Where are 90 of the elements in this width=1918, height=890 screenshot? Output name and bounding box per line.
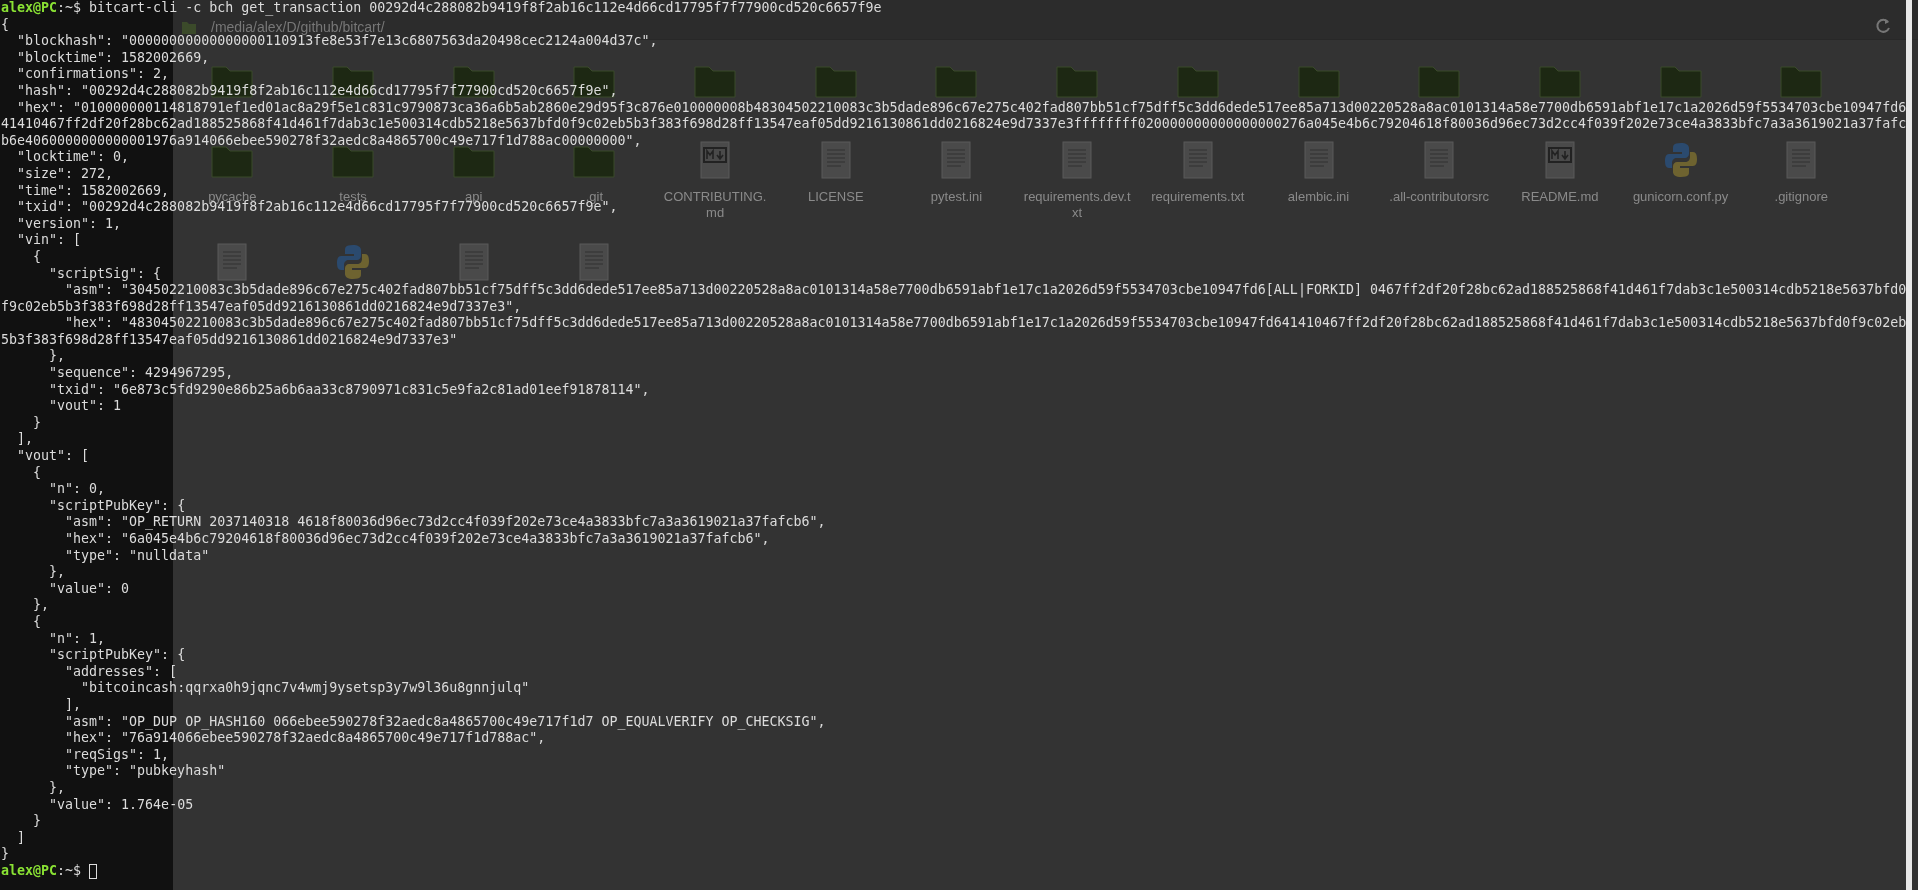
output-line: "version": 1, xyxy=(16,215,122,233)
output-line: "scriptPubKey": { xyxy=(48,647,186,664)
refresh-icon[interactable] xyxy=(1874,17,1892,35)
output-line: "vout": 1 xyxy=(48,398,122,415)
output-line: { xyxy=(1,16,9,34)
output-line: "confirmations": 2, xyxy=(16,66,170,83)
scrollbar[interactable] xyxy=(1906,0,1912,890)
file-name[interactable]: CONTRIBUTING.md xyxy=(659,189,772,221)
output-line: ], xyxy=(64,696,82,714)
output-line: "hex": "6a045e4b6c79204618f80036d96ec73d2cc4f039f202e73ce4a3833bfc7a3a3619021a37fafcb6", xyxy=(64,531,770,548)
output-line: "value": 0 xyxy=(48,580,130,598)
output-line: }, xyxy=(48,779,66,797)
prompt-path: :~$ xyxy=(57,0,82,17)
file-name[interactable]: LICENSE xyxy=(779,189,892,205)
python-file-icon xyxy=(1662,141,1699,179)
output-line: ], xyxy=(16,431,34,449)
output-line: "n": 0, xyxy=(48,481,106,498)
output-line: "scriptSig": { xyxy=(48,265,162,283)
prompt-user: alex@PC xyxy=(1,0,58,17)
output-line: "blocktime": 1582002669, xyxy=(16,49,210,67)
output-line: "sequence": 4294967295, xyxy=(48,365,234,382)
folder-icon xyxy=(1296,63,1341,99)
file-name[interactable]: alembic.ini xyxy=(1262,189,1375,205)
output-line: }, xyxy=(32,597,50,614)
folder-icon xyxy=(181,21,197,35)
output-line: "type": "nulldata" xyxy=(64,547,210,565)
output-line: "vout": [ xyxy=(16,448,90,465)
output-line: "vin": [ xyxy=(16,232,82,249)
markdown-file-icon xyxy=(700,141,731,179)
output-line: "scriptPubKey": { xyxy=(48,497,186,515)
prompt-path: :~$ xyxy=(57,862,82,880)
output-line: "txid": "6e873c5fd9290e86b25a6b6aa33c8790971c831c5e9fa2c81ad01eef91878114", xyxy=(48,381,650,399)
output-line: }, xyxy=(48,564,66,581)
output-line: "reqSigs": 1, xyxy=(64,746,170,764)
output-line: "size": 272, xyxy=(16,165,114,183)
file-name[interactable]: requirements.txt xyxy=(1141,189,1254,205)
folder-icon xyxy=(1417,63,1462,99)
folder-icon xyxy=(693,63,738,99)
folder-icon xyxy=(1658,63,1703,99)
output-line: { xyxy=(32,613,42,631)
python-file-icon xyxy=(335,243,372,281)
output-line: "asm": "OP_DUP OP_HASH160 066ebee590278f32aedc8a4865700c49e717f1d7 OP_EQUALVERIFY OP_CHECKSIG", xyxy=(64,713,826,731)
folder-icon xyxy=(1175,63,1220,99)
output-line: "asm": "OP_RETURN 2037140318 4618f80036d96ec73d2cc4f039f202e73ce4a3833bfc7a3a3619021a37fafcb6", xyxy=(64,514,826,531)
output-line: "bitcoincash:qqrxa0h9jqnc7v4wmj9ysetsp3y7w9l36u8gnnjulq" xyxy=(80,680,530,697)
output-line: "time": 1582002669, xyxy=(16,182,170,200)
prompt-user: alex@PC xyxy=(1,862,58,880)
output-line: "value": 1.764e-05 xyxy=(48,796,194,814)
document-icon xyxy=(1424,141,1455,179)
document-icon xyxy=(941,141,972,179)
output-line: ] xyxy=(16,829,26,847)
output-line: "blockhash": "00000000000000000110913fe8e53f7e13c6807563da20498cec2124a004d37c", xyxy=(16,33,658,50)
output-line: "asm": "304502210083c3b5dade896c67e275c402fad807bb51cf75dff5c3dd6dede517ee85a713d00220528a8ac0101314a58e7700db6591abf1e17c1a2026d59f5534703cbe10947fd6[ALL|FORKID] 0467ff2df20f28bc62ad188525868f41d461f7dab3c1e500314cdb5218e5637bfd0f9c02eb5b3f383f698d28ff13547eaf05dd9216130861dd0216824e9d7337e3", xyxy=(1,282,1907,316)
output-line: "hex": "76a914066ebee590278f32aedc8a4865700c49e717f1d788ac", xyxy=(64,730,546,747)
folder-icon xyxy=(813,63,858,99)
file-name[interactable]: README.md xyxy=(1503,189,1616,205)
output-line: "hex": "48304502210083c3b5dade896c67e275c402fad807bb51cf75dff5c3dd6dede517ee85a713d00220528a8ac0101314a58e7700db6591abf1e17c1a2026d59f5534703cbe10947fd641410467ff2df20f28bc62ad188525868f41d461f7dab3c1e500314cdb5218e5637bfd0f9c02eb5b3f383f698d28ff13547eaf05dd9216130861dd0216824e9d7337e3" xyxy=(1,315,1907,349)
folder-icon xyxy=(1055,63,1100,99)
output-line: "n": 1, xyxy=(48,630,106,648)
output-line: "locktime": 0, xyxy=(16,149,130,166)
document-icon xyxy=(1182,141,1213,179)
file-name[interactable]: .all-contributorsrc xyxy=(1383,189,1496,205)
document-icon xyxy=(1303,141,1334,179)
output-line: } xyxy=(1,846,9,863)
file-name[interactable]: requirements.dev.txt xyxy=(1021,189,1134,221)
file-name[interactable]: .gitignore xyxy=(1745,189,1858,205)
file-name[interactable]: pytest.ini xyxy=(900,189,1013,205)
output-line: "hash": "00292d4c288082b9419f8f2ab16c112e4d66cd17795f7f77900cd520c6657f9e", xyxy=(16,82,618,100)
path-bar[interactable]: /media/alex/D/github/bitcart/ xyxy=(207,19,389,35)
document-icon xyxy=(1062,141,1093,179)
output-line: } xyxy=(32,414,42,432)
command-text: bitcart-cli -c bch get_transaction 00292d4c288082b9419f8f2ab16c112e4d66cd17795f7f77900cd520c6657f9e xyxy=(89,0,882,17)
output-line: "hex": "010000000114818791ef1ed01ac8a29f5e1c831c9790873ca36a6b5ab2860e29d95f3c876e010000008b48304502210083c3b5dade896c67e275c402fad807bb51cf75dff5c3dd6dede517ee85a713d00220528a8ac0101314a58e7700db6591abf1e17c1a2026d59f5534703cbe10947fd641410467ff2df20f28bc62ad188525868f41d461f7dab3c1e500314cdb5218e5637bfd0f9c02eb5b3f383f698d28ff13547eaf05dd9216130861dd0216824e9d7337e3ffffffff020000000000000000276a045e4b6c79204618f80036d96ec73d2cc4f039f202e73ce4a3833bfc7a3a3619021a37fafcb6e4060000000000001976a914066ebee590278f32aedc8a4865700c49e717f1d788ac00000000", xyxy=(1,99,1907,150)
folder-icon xyxy=(934,63,979,99)
output-line: "addresses": [ xyxy=(64,663,178,681)
document-icon xyxy=(820,141,851,179)
document-icon xyxy=(458,243,489,281)
output-line: "type": "pubkeyhash" xyxy=(64,763,226,780)
document-icon xyxy=(1786,141,1817,179)
file-name[interactable]: gunicorn.conf.py xyxy=(1624,189,1737,205)
markdown-file-icon xyxy=(1544,141,1575,179)
output-line: } xyxy=(32,813,42,830)
output-line: { xyxy=(32,248,42,266)
output-line: }, xyxy=(48,348,66,366)
output-line: { xyxy=(32,464,42,482)
folder-icon xyxy=(1779,63,1824,99)
folder-icon xyxy=(1537,63,1582,99)
document-icon xyxy=(217,243,248,281)
text-cursor xyxy=(89,863,98,879)
document-icon xyxy=(579,243,610,281)
